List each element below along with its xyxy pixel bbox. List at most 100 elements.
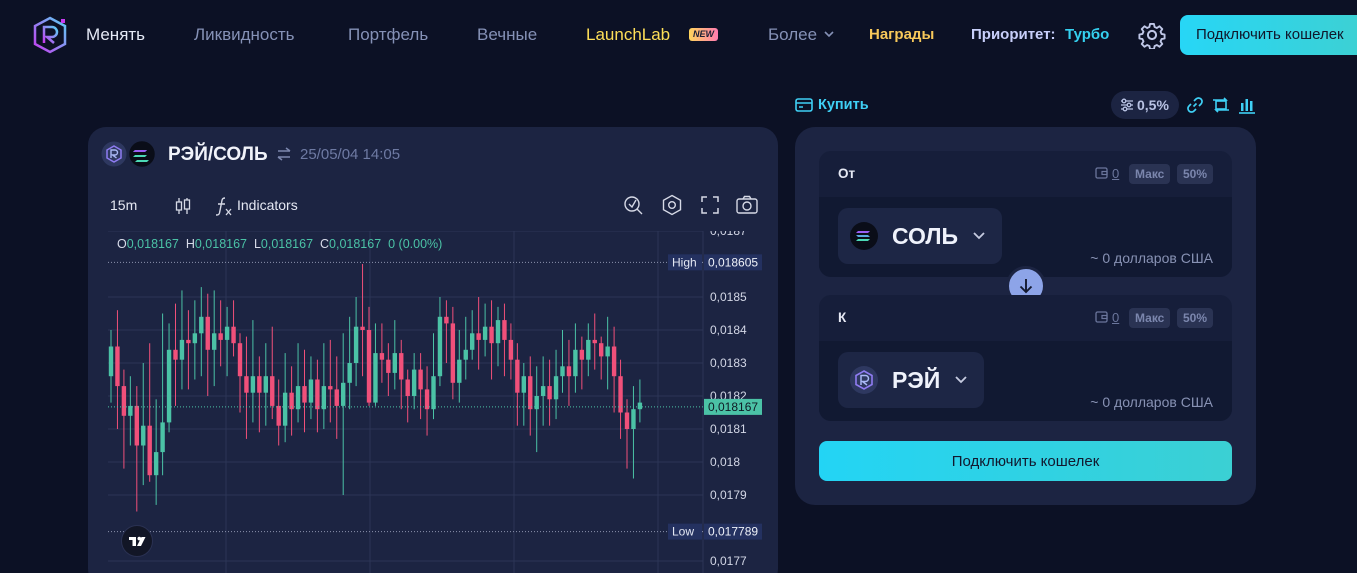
- ohlc-low-label: L: [253, 237, 261, 251]
- candle-body: [360, 326, 365, 330]
- candlestick-type-icon[interactable]: [174, 196, 192, 216]
- nav-perpetuals[interactable]: Вечные: [477, 25, 537, 45]
- candle-body: [392, 353, 397, 373]
- from-box: От 0 Макс 50% СОЛЬ ~ 0 долларов США: [819, 151, 1232, 277]
- refresh-swap-icon[interactable]: [1212, 96, 1230, 114]
- connect-wallet-main-button[interactable]: Подключить кошелек: [819, 441, 1232, 481]
- nav-launchlab[interactable]: LaunchLab: [586, 25, 670, 45]
- new-badge: NEW: [689, 28, 718, 41]
- credit-card-icon[interactable]: [795, 97, 813, 113]
- low-price-value: 0,017789: [708, 525, 758, 539]
- candle-body: [399, 353, 404, 380]
- from-balance[interactable]: 0: [1112, 166, 1119, 181]
- candle-body: [128, 405, 133, 416]
- nav-rewards[interactable]: Награды: [869, 26, 934, 43]
- ray-token-icon: [850, 366, 878, 394]
- price-chart[interactable]: 0,01870,01850,01840,01830,01820,01810,01…: [108, 231, 778, 573]
- chevron-down-icon: [973, 232, 985, 240]
- fullscreen-icon[interactable]: [699, 194, 721, 216]
- sol-token-icon: [850, 222, 878, 250]
- y-tick-label: 0,0181: [710, 422, 747, 436]
- candle-body: [521, 376, 526, 393]
- tradingview-logo[interactable]: [121, 525, 153, 557]
- nav-portfolio[interactable]: Портфель: [348, 25, 428, 45]
- from-half-button[interactable]: 50%: [1177, 164, 1214, 184]
- from-token-select[interactable]: СОЛЬ: [838, 208, 1003, 264]
- indicators-button[interactable]: Indicators: [237, 197, 298, 213]
- to-max-button[interactable]: Макс: [1129, 308, 1171, 328]
- candle-body: [618, 376, 623, 413]
- candle-body: [147, 425, 152, 476]
- to-box: К 0 Макс 50% РЭЙ ~ 0 долларов США: [819, 295, 1232, 421]
- candle-body: [592, 339, 597, 344]
- chevron-down-icon: [955, 376, 967, 384]
- candle-body: [153, 452, 159, 476]
- nav-liquidity[interactable]: Ликвидность: [194, 25, 295, 45]
- candle-body: [437, 316, 443, 377]
- ohlc-high: 0,018167: [194, 237, 247, 251]
- from-token-symbol: СОЛЬ: [892, 223, 959, 249]
- from-input-area[interactable]: СОЛЬ ~ 0 долларов США: [819, 197, 1232, 277]
- candle-body: [424, 389, 430, 410]
- function-fx-icon[interactable]: [214, 195, 234, 217]
- candle-body: [418, 369, 423, 390]
- candle-body: [495, 320, 501, 344]
- settings-hexagon-icon[interactable]: [661, 194, 683, 216]
- raydium-logo-icon[interactable]: [32, 16, 68, 54]
- link-icon[interactable]: [1186, 96, 1204, 114]
- candle-body: [534, 396, 539, 410]
- y-tick-label: 0,0187: [710, 231, 747, 238]
- camera-icon[interactable]: [735, 194, 759, 216]
- candle-body: [263, 376, 268, 393]
- connect-wallet-button[interactable]: Подключить кошелек: [1180, 15, 1357, 55]
- search-zoom-icon[interactable]: [622, 194, 644, 216]
- candle-body: [141, 425, 146, 446]
- from-max-button[interactable]: Макс: [1129, 164, 1171, 184]
- bar-chart-icon[interactable]: [1238, 96, 1256, 114]
- candle-body: [482, 326, 488, 340]
- chevron-down-icon[interactable]: [823, 29, 835, 39]
- slippage-button[interactable]: 0,5%: [1111, 91, 1179, 119]
- last-price-value: 0,018167: [708, 400, 758, 414]
- nav-more[interactable]: Более: [768, 25, 817, 45]
- candle-body: [179, 339, 185, 360]
- candle-body: [631, 409, 636, 429]
- candle-body: [605, 346, 610, 357]
- ohlc-close: 0,018167: [329, 237, 382, 251]
- from-usd-value: ~ 0 долларов США: [1090, 250, 1213, 266]
- candle-body: [373, 353, 378, 403]
- pair-name[interactable]: РЭЙ/СОЛЬ: [168, 144, 268, 166]
- to-label: К: [838, 310, 847, 325]
- candle-body: [192, 333, 198, 344]
- y-tick-label: 0,0177: [710, 554, 747, 568]
- candle-body: [302, 386, 307, 403]
- priority-value[interactable]: Турбо: [1065, 26, 1109, 43]
- nav-swap[interactable]: Менять: [86, 25, 145, 45]
- ohlc-low: 0,018167: [260, 237, 314, 251]
- low-price-tag: Low: [672, 525, 694, 539]
- to-token-select[interactable]: РЭЙ: [838, 352, 985, 408]
- candle-body: [547, 386, 552, 400]
- candle-body: [624, 412, 630, 429]
- candle-body: [218, 333, 223, 340]
- candle-body: [244, 376, 249, 393]
- candle-body: [599, 343, 604, 357]
- candle-body: [476, 333, 481, 340]
- candle-body: [341, 382, 346, 406]
- candle-body: [457, 359, 462, 383]
- buy-link[interactable]: Купить: [818, 97, 869, 113]
- interval-button[interactable]: 15m: [110, 197, 137, 213]
- priority-label[interactable]: Приоритет:: [971, 26, 1056, 43]
- wallet-icon: [1095, 167, 1108, 179]
- ohlc-open-label: O: [117, 237, 127, 251]
- candle-body: [321, 386, 327, 410]
- to-half-button[interactable]: 50%: [1177, 308, 1214, 328]
- candle-body: [328, 386, 333, 390]
- y-tick-label: 0,0184: [710, 323, 747, 337]
- swap-direction-icon[interactable]: [276, 147, 292, 161]
- candle-body: [276, 405, 281, 426]
- gear-icon[interactable]: [1138, 21, 1166, 49]
- to-input-area[interactable]: РЭЙ ~ 0 долларов США: [819, 341, 1232, 421]
- sliders-icon: [1121, 98, 1133, 112]
- to-balance[interactable]: 0: [1112, 310, 1119, 325]
